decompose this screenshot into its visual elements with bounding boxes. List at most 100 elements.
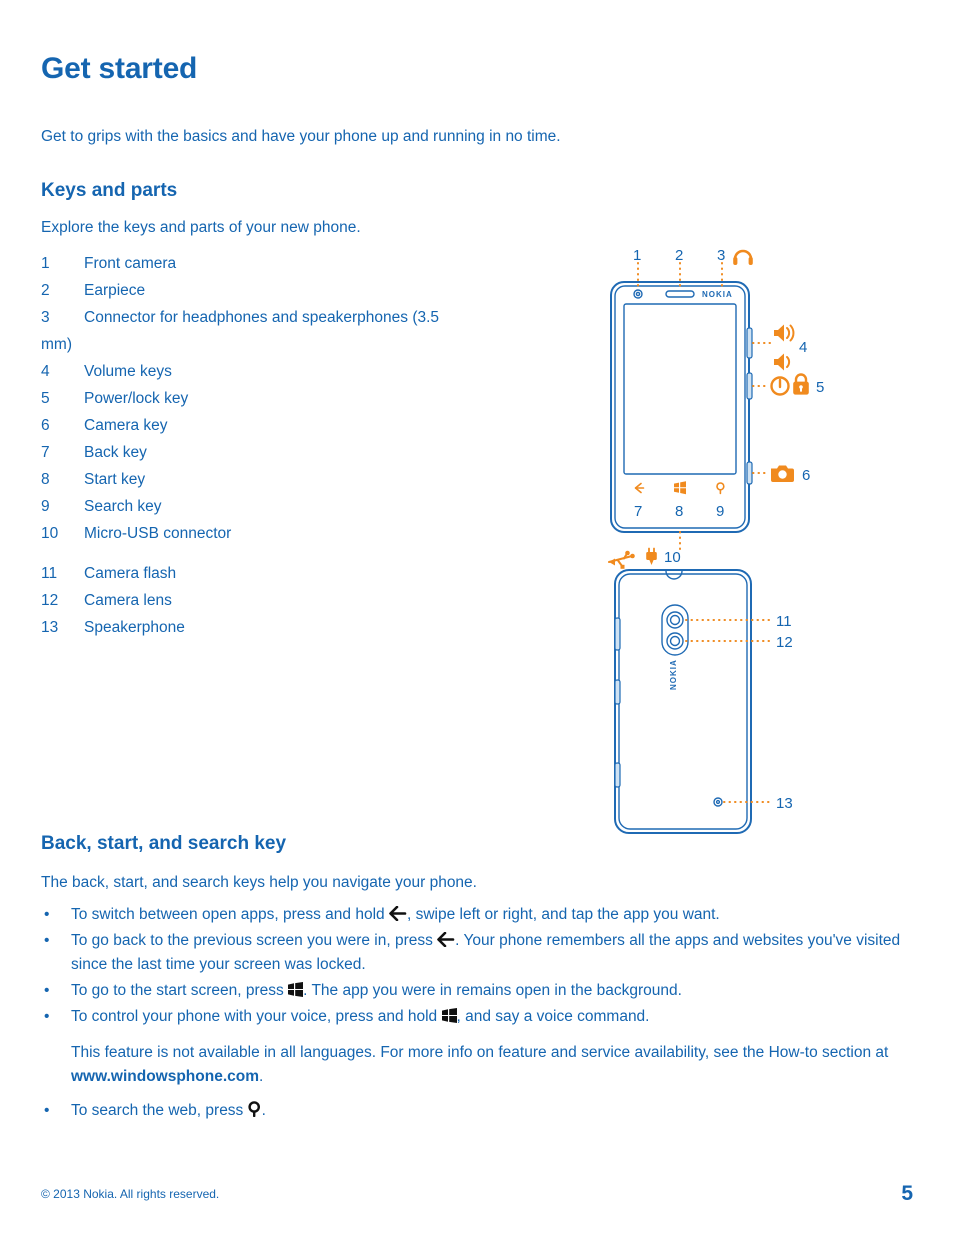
back-arrow-icon xyxy=(389,905,407,922)
bullet-marker: • xyxy=(44,982,50,999)
part-label: Back key xyxy=(84,444,147,461)
parts-list-item: 6 Camera key xyxy=(41,412,461,439)
part-number: 6 xyxy=(41,417,50,434)
part-label: Front camera xyxy=(84,255,177,272)
section-heading-keys-and-parts: Keys and parts xyxy=(41,180,178,201)
windows-start-icon xyxy=(288,981,304,997)
callout-number-4: 4 xyxy=(799,339,807,356)
note-text-pre: This feature is not available in all lan… xyxy=(71,1044,889,1061)
callout-number-12: 12 xyxy=(776,634,793,651)
parts-list-item: 10 Micro-USB connector xyxy=(41,520,461,547)
part-number: 8 xyxy=(41,471,50,488)
back-arrow-key-icon xyxy=(634,482,645,494)
part-label: Camera key xyxy=(84,417,168,434)
bullet-item: • To switch between open apps, press and … xyxy=(41,903,921,927)
manual-page: Get started Get to grips with the basics… xyxy=(0,0,954,1258)
bullet-text-post: . xyxy=(261,1102,266,1119)
bullet-item: • To search the web, press . xyxy=(41,1099,921,1123)
footer-copyright: © 2013 Nokia. All rights reserved. xyxy=(41,1187,220,1201)
bullet-item: • To go to the start screen, press . The … xyxy=(41,979,921,1003)
page-title: Get started xyxy=(41,52,198,85)
search-icon xyxy=(248,1101,262,1118)
availability-note: This feature is not available in all lan… xyxy=(41,1041,921,1089)
back-brand-label: NOKIA xyxy=(669,659,678,690)
lock-icon xyxy=(793,373,809,395)
callout-number-9: 9 xyxy=(716,503,724,520)
part-label: Power/lock key xyxy=(84,390,189,407)
callout-number-1: 1 xyxy=(633,247,641,264)
part-label: Connector for headphones and speakerphon… xyxy=(41,309,440,353)
back-arrow-icon xyxy=(437,931,455,948)
part-number: 12 xyxy=(41,592,59,609)
bullet-text-pre: To control your phone with your voice, p… xyxy=(71,1008,442,1025)
part-number: 10 xyxy=(41,525,59,542)
front-right-callout-leaders xyxy=(752,342,773,474)
callout-number-13: 13 xyxy=(776,795,793,812)
part-number: 5 xyxy=(41,390,50,407)
front-nav-keys xyxy=(634,481,725,495)
volume-down-icon xyxy=(774,353,791,371)
parts-list-item: 2 Earpiece xyxy=(41,277,461,304)
bullet-text-pre: To go to the start screen, press xyxy=(71,982,289,999)
callout-number-11: 11 xyxy=(776,613,792,630)
usb-icon xyxy=(608,550,635,569)
bullet-marker: • xyxy=(44,1102,50,1119)
parts-list-item: 13 Speakerphone xyxy=(41,614,461,641)
intro-paragraph: Get to grips with the basics and have yo… xyxy=(41,128,561,145)
windowsphone-link[interactable]: www.windowsphone.com xyxy=(71,1068,259,1085)
bullet-text-pre: To go back to the previous screen you we… xyxy=(71,932,438,949)
part-number: 4 xyxy=(41,363,50,380)
windows-start-icon xyxy=(441,1007,457,1023)
part-label: Speakerphone xyxy=(84,619,185,636)
phone-front-body: NOKIA xyxy=(610,281,753,533)
headphones-icon xyxy=(733,249,753,265)
footer-page-number: 5 xyxy=(901,1182,913,1205)
bullet-text-post: , and say a voice command. xyxy=(456,1008,650,1025)
parts-list-item: 7 Back key xyxy=(41,439,461,466)
bullet-text-pre: To switch between open apps, press and h… xyxy=(71,906,389,923)
bullet-item: • To control your phone with your voice, … xyxy=(41,1005,921,1029)
bullet-item: • To go back to the previous screen you w… xyxy=(41,929,921,977)
parts-list-item: 8 Start key xyxy=(41,466,461,493)
bullet-marker: • xyxy=(44,932,50,949)
charger-plug-icon xyxy=(646,547,657,565)
part-number: 1 xyxy=(41,255,50,272)
bullet-text-post: , swipe left or right, and tap the app y… xyxy=(406,906,720,923)
bullet-marker: • xyxy=(44,906,50,923)
callout-number-8: 8 xyxy=(675,503,683,520)
callout-number-6: 6 xyxy=(802,467,810,484)
keys-and-parts-lead: Explore the keys and parts of your new p… xyxy=(41,219,361,236)
front-brand-label: NOKIA xyxy=(702,290,733,299)
part-label: Earpiece xyxy=(84,282,146,299)
part-number: 13 xyxy=(41,619,59,636)
part-label: Camera lens xyxy=(84,592,172,609)
part-number: 9 xyxy=(41,498,50,515)
bullet-marker: • xyxy=(44,1008,50,1025)
callout-number-2: 2 xyxy=(675,247,683,264)
part-label: Micro-USB connector xyxy=(84,525,232,542)
callout-number-7: 7 xyxy=(634,503,642,520)
parts-list: 1 Front camera 2 Earpiece 3 Connector for h… xyxy=(41,250,461,641)
power-icon xyxy=(770,376,790,396)
camera-icon xyxy=(771,465,794,482)
bullet-text-post: . The app you were in remains open in th… xyxy=(303,982,682,999)
callout-number-3: 3 xyxy=(717,247,725,264)
parts-list-item: 12 Camera lens xyxy=(41,587,461,614)
parts-list-item: 11 Camera flash xyxy=(41,560,461,587)
parts-list-item: 9 Search key xyxy=(41,493,461,520)
callout-number-10: 10 xyxy=(664,549,681,566)
part-label: Camera flash xyxy=(84,565,177,582)
volume-up-icon xyxy=(774,324,795,342)
callout-number-5: 5 xyxy=(816,379,824,396)
bullet-text-pre: To search the web, press xyxy=(71,1102,248,1119)
part-label: Start key xyxy=(84,471,146,488)
parts-list-separator xyxy=(41,547,461,560)
parts-list-item: 3 Connector for headphones and speakerpho… xyxy=(41,304,461,358)
phone-back-body: NOKIA xyxy=(614,569,752,834)
back-start-search-lead: The back, start, and search keys help yo… xyxy=(41,874,477,891)
note-text-post: . xyxy=(259,1068,264,1085)
parts-list-item: 1 Front camera xyxy=(41,250,461,277)
search-key-icon xyxy=(716,482,725,495)
parts-list-item: 5 Power/lock key xyxy=(41,385,461,412)
part-label: Volume keys xyxy=(84,363,172,380)
